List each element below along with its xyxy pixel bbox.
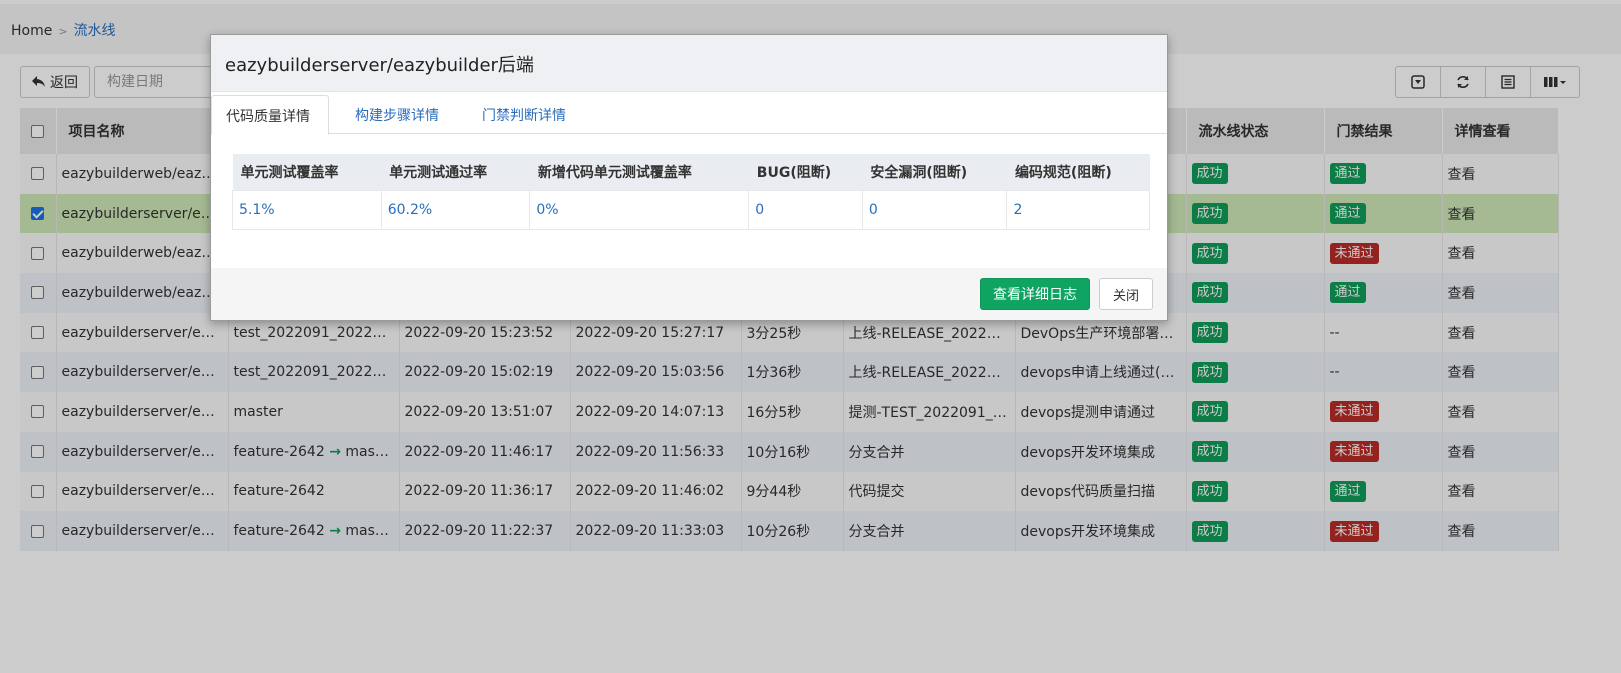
metric-header: 单元测试覆盖率 <box>232 154 382 190</box>
metric-header: 安全漏洞(阻断) <box>862 154 1007 190</box>
metric-header: 编码规范(阻断) <box>1006 154 1150 190</box>
view-log-button[interactable]: 查看详细日志 <box>980 278 1090 310</box>
code-quality-table: 单元测试覆盖率 单元测试通过率 新增代码单元测试覆盖率 BUG(阻断) 安全漏洞… <box>232 154 1150 230</box>
metrics-value-row: 5.1% 60.2% 0% 0 0 2 <box>232 189 1150 230</box>
vulnerability-blocker-value[interactable]: 0 <box>861 189 1008 230</box>
close-button[interactable]: 关闭 <box>1099 278 1153 310</box>
unit-test-pass-rate-value[interactable]: 60.2% <box>380 189 531 230</box>
modal-footer: 查看详细日志 关闭 <box>211 268 1167 320</box>
metric-header: 新增代码单元测试覆盖率 <box>529 154 749 190</box>
tab-gate-judgement[interactable]: 门禁判断详情 <box>468 95 580 135</box>
metrics-header-row: 单元测试覆盖率 单元测试通过率 新增代码单元测试覆盖率 BUG(阻断) 安全漏洞… <box>232 154 1150 190</box>
tab-code-quality[interactable]: 代码质量详情 <box>211 95 329 135</box>
metric-header: 单元测试通过率 <box>381 154 530 190</box>
code-smell-blocker-value[interactable]: 2 <box>1006 189 1150 230</box>
new-code-coverage-value[interactable]: 0% <box>529 189 750 230</box>
metric-header: BUG(阻断) <box>748 154 863 190</box>
unit-test-coverage-value[interactable]: 5.1% <box>232 189 382 230</box>
tab-build-steps[interactable]: 构建步骤详情 <box>341 95 453 135</box>
pipeline-detail-modal: eazybuilderserver/eazybuilder后端 代码质量详情 构… <box>210 34 1168 321</box>
modal-title: eazybuilderserver/eazybuilder后端 <box>211 35 1167 92</box>
bug-blocker-value[interactable]: 0 <box>748 189 863 230</box>
modal-tabs: 代码质量详情 构建步骤详情 门禁判断详情 <box>211 92 1167 135</box>
